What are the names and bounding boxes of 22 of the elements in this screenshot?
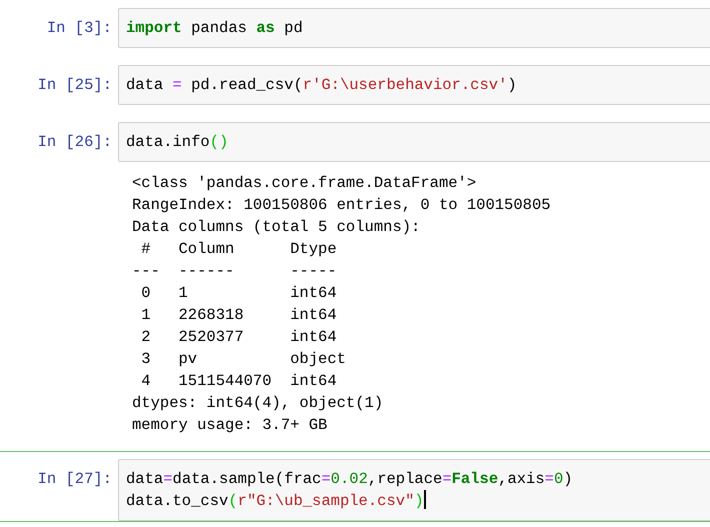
output-line: 1 2268318 int64	[140, 305, 337, 326]
output-line: 3 pv object	[140, 349, 346, 370]
cell-prompt: In [25]:	[36, 75, 113, 96]
text-cursor	[424, 490, 426, 509]
output-line: # Column Dtype	[140, 239, 337, 260]
output-line: 4 1511544070 int64	[140, 371, 337, 392]
output-line: <class 'pandas.core.frame.DataFrame'>	[132, 173, 476, 194]
cell-prompt: In [3]:	[46, 18, 113, 39]
code-input[interactable]: data.info()	[118, 122, 710, 162]
output-line: memory usage: 3.7+ GB	[132, 415, 328, 436]
output-line: RangeIndex: 100150806 entries, 0 to 100150805	[132, 195, 551, 216]
output-line: 0 1 int64	[140, 283, 337, 304]
cell-prompt: In [27]:	[36, 469, 113, 490]
code-input[interactable]: data=data.sample(frac=0.02,replace=False,axis=0) data.to_csv(r"G:\ub_sample.csv")	[118, 459, 710, 521]
output-line: --- ------ -----	[132, 261, 337, 282]
selected-cell[interactable]: In [27]: data=data.sample(frac=0.02,replace=False,axis=0) data.to_csv(r"G:\ub_sample.csv")	[0, 451, 710, 522]
output-line: Data columns (total 5 columns):	[132, 217, 420, 238]
output-line: dtypes: int64(4), object(1)	[132, 393, 384, 414]
code-input[interactable]: import pandas as pd	[118, 8, 710, 48]
output-line: 2 2520377 int64	[140, 327, 337, 348]
code-input[interactable]: data = pd.read_csv(r'G:\userbehavior.csv')	[118, 65, 710, 105]
cell-prompt: In [26]:	[36, 132, 113, 153]
